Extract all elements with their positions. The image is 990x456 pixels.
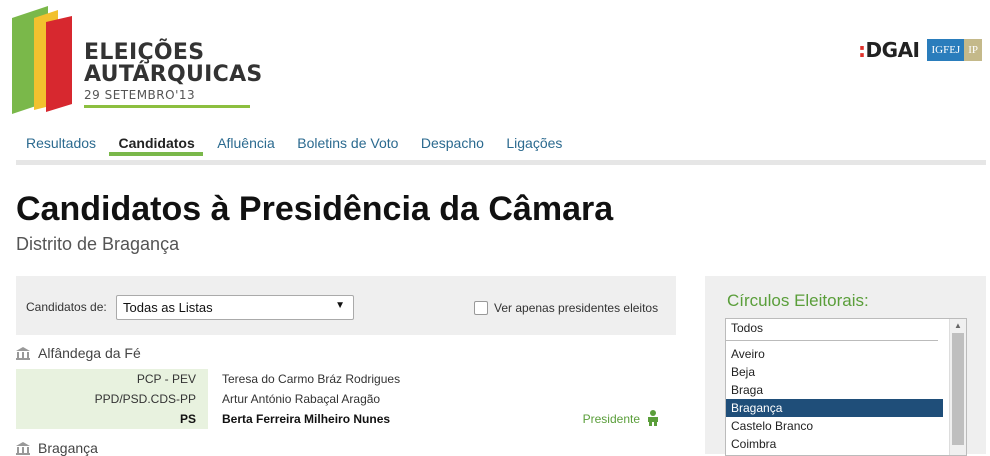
town-hall-icon: [16, 442, 30, 455]
nav-despacho[interactable]: Despacho: [411, 126, 492, 151]
list-filter-value: Todas as Listas: [123, 300, 213, 315]
municipality-heading: Alfândega da Fé: [16, 345, 141, 361]
logo-text: ELEIÇÕES AUTÁRQUICAS 29 SETEMBRO'13: [84, 42, 263, 108]
list-filter-select[interactable]: Todas as Listas ▼: [116, 295, 354, 320]
nav-candidatos[interactable]: Candidatos: [108, 126, 203, 156]
electoral-circles-title: Círculos Eleitorais:: [727, 291, 869, 310]
elections-logo: [12, 6, 72, 114]
circle-option-beja[interactable]: Beja: [726, 363, 943, 381]
logo-title-line2: AUTÁRQUICAS: [84, 62, 263, 87]
nav-ligacoes[interactable]: Ligações: [496, 126, 570, 151]
candidate-row: PPD/PSD.CDS-PP Artur António Rabaçal Ara…: [16, 389, 676, 409]
nav-resultados[interactable]: Resultados: [16, 126, 104, 151]
candidates-table: PCP - PEV Teresa do Carmo Bráz Rodrigues…: [16, 369, 676, 429]
dgai-logo[interactable]: :DGAI: [858, 38, 920, 62]
circle-option-castelo-branco[interactable]: Castelo Branco: [726, 417, 943, 435]
party-name: PCP - PEV: [16, 369, 208, 389]
circle-option-aveiro[interactable]: Aveiro: [726, 345, 943, 363]
igfej-logo[interactable]: IGFEJ IP: [927, 39, 982, 61]
elected-only-checkbox[interactable]: [474, 301, 488, 315]
partner-logos: :DGAI IGFEJ IP: [858, 38, 982, 62]
chevron-down-icon: ▼: [335, 300, 345, 311]
nav-afluencia[interactable]: Afluência: [207, 126, 283, 151]
page-subtitle: Distrito de Bragança: [16, 234, 180, 254]
logo-date: 29 SETEMBRO'13: [84, 88, 196, 102]
listbox-scrollbar[interactable]: ▲: [949, 319, 966, 455]
candidate-role: [520, 389, 646, 409]
filter-bar: Candidatos de: Todas as Listas ▼ Ver ape…: [16, 276, 676, 335]
logo-underline: [84, 105, 250, 108]
party-name: PPD/PSD.CDS-PP: [16, 389, 208, 409]
candidate-name: Artur António Rabaçal Aragão: [222, 392, 381, 406]
scroll-up-icon[interactable]: ▲: [954, 321, 962, 330]
party-name: PS: [16, 409, 208, 429]
town-hall-icon: [16, 347, 30, 360]
electoral-circles-listbox[interactable]: Todos Aveiro Beja Braga Bragança Castelo…: [725, 318, 967, 456]
circle-option-todos[interactable]: Todos: [726, 319, 943, 337]
candidate-role: [520, 369, 646, 389]
circle-option-coimbra[interactable]: Coimbra: [726, 435, 943, 453]
candidate-name: Berta Ferreira Milheiro Nunes: [222, 412, 391, 426]
main-nav: Resultados Candidatos Afluência Boletins…: [16, 126, 986, 165]
page-title: Candidatos à Presidência da Câmara: [16, 190, 614, 228]
municipality-name: Alfândega da Fé: [38, 345, 141, 361]
filter-label: Candidatos de:: [26, 300, 107, 314]
circle-option-braga[interactable]: Braga: [726, 381, 943, 399]
scrollbar-thumb[interactable]: [952, 333, 964, 445]
nav-boletins-de-voto[interactable]: Boletins de Voto: [287, 126, 406, 151]
candidate-name: Teresa do Carmo Bráz Rodrigues: [222, 372, 401, 386]
listbox-divider: [726, 340, 938, 341]
elected-only-label[interactable]: Ver apenas presidentes eleitos: [494, 301, 658, 315]
candidate-row: PS Berta Ferreira Milheiro Nunes Preside…: [16, 409, 676, 429]
electoral-circles-panel: Círculos Eleitorais: Todos Aveiro Beja B…: [705, 276, 986, 456]
circle-option-braganca[interactable]: Bragança: [726, 399, 943, 417]
president-person-icon: [648, 409, 658, 426]
candidate-role: Presidente: [582, 412, 640, 426]
logo-title-line1: ELEIÇÕES: [84, 40, 205, 65]
candidate-row: PCP - PEV Teresa do Carmo Bráz Rodrigues: [16, 369, 676, 389]
